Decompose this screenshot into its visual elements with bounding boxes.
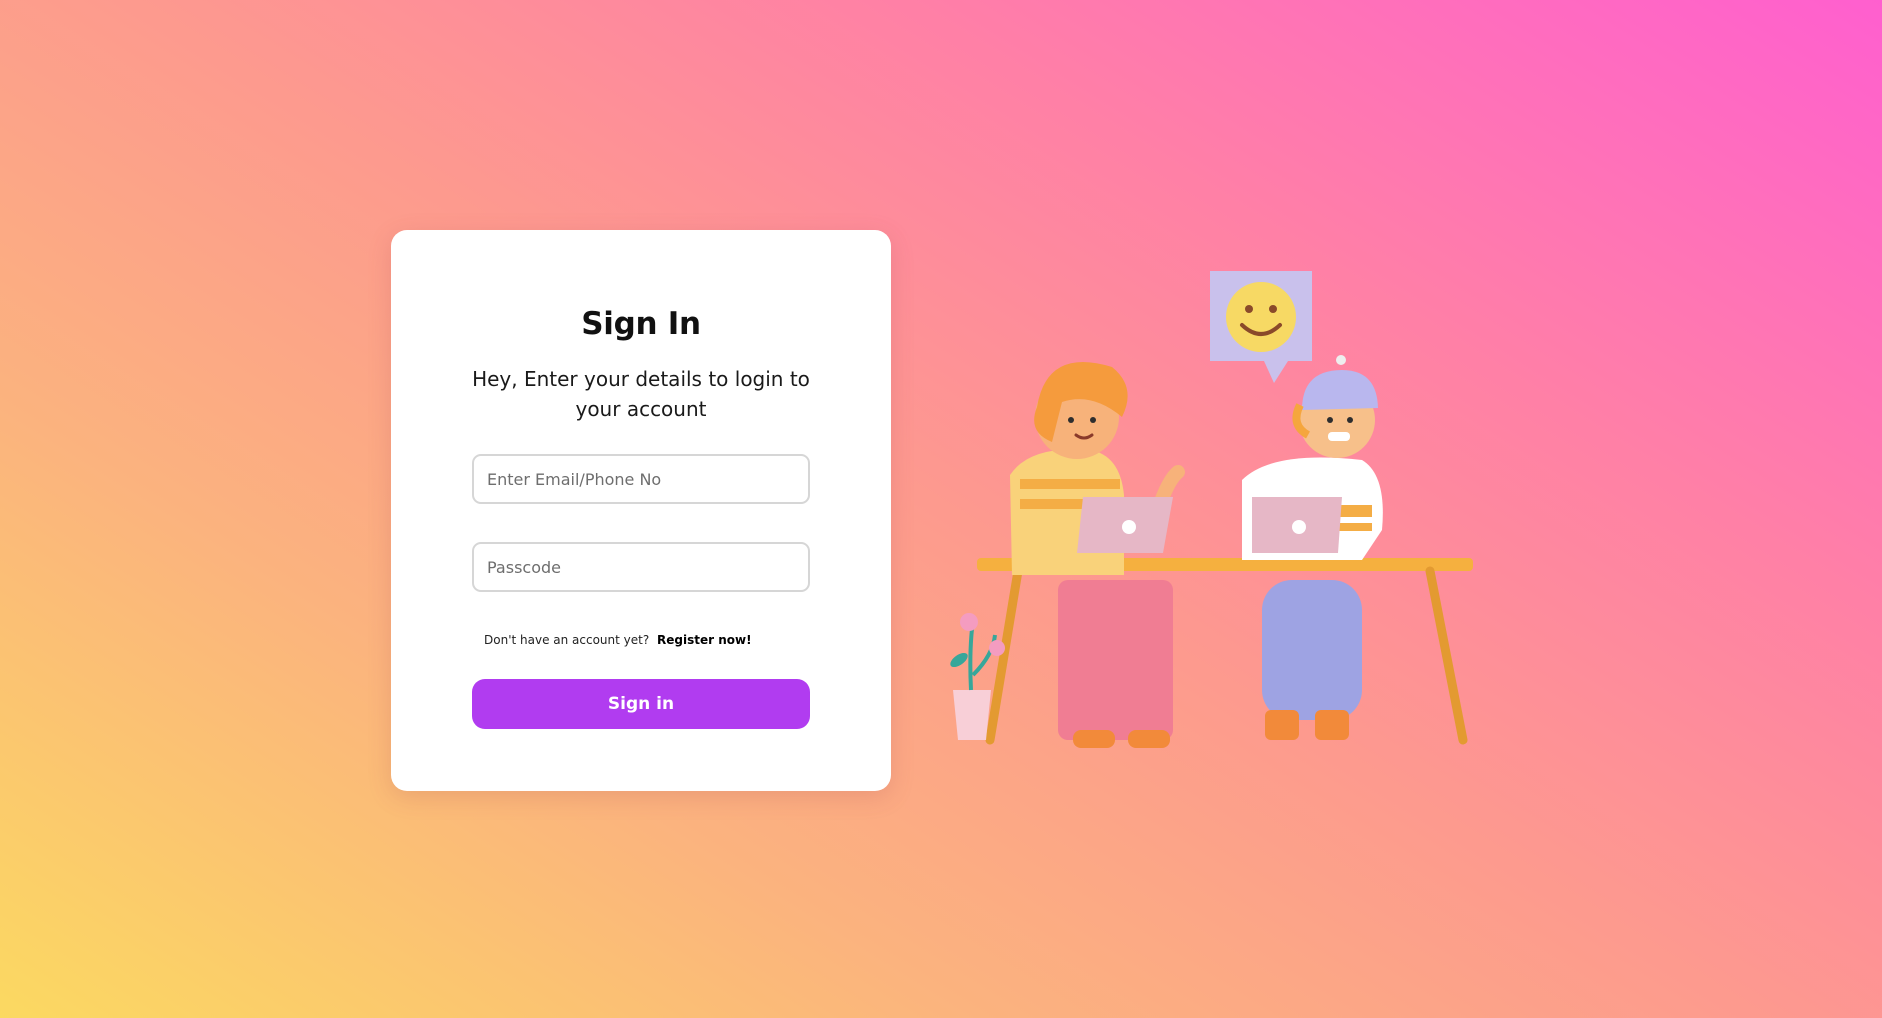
register-line: Don't have an account yet? Register now! bbox=[484, 633, 752, 647]
signin-card: Sign In Hey, Enter your details to login… bbox=[391, 230, 891, 791]
passcode-field[interactable] bbox=[472, 542, 810, 592]
laptop-logo-right bbox=[1292, 520, 1306, 534]
woman-figure bbox=[1010, 362, 1185, 748]
laptop-logo bbox=[1122, 520, 1136, 534]
smiley-face-icon bbox=[1210, 271, 1312, 383]
email-field[interactable] bbox=[472, 454, 810, 504]
signin-button[interactable]: Sign in bbox=[472, 679, 810, 729]
register-prompt: Don't have an account yet? bbox=[484, 633, 650, 647]
man-figure bbox=[1242, 370, 1383, 740]
desk bbox=[977, 558, 1473, 745]
subtitle: Hey, Enter your details to login to your… bbox=[472, 367, 810, 421]
thought-dot bbox=[1336, 355, 1346, 365]
page-title: Sign In bbox=[581, 306, 701, 342]
two-people-at-desk-illustration bbox=[950, 271, 1473, 748]
register-link[interactable]: Register now! bbox=[657, 633, 752, 647]
